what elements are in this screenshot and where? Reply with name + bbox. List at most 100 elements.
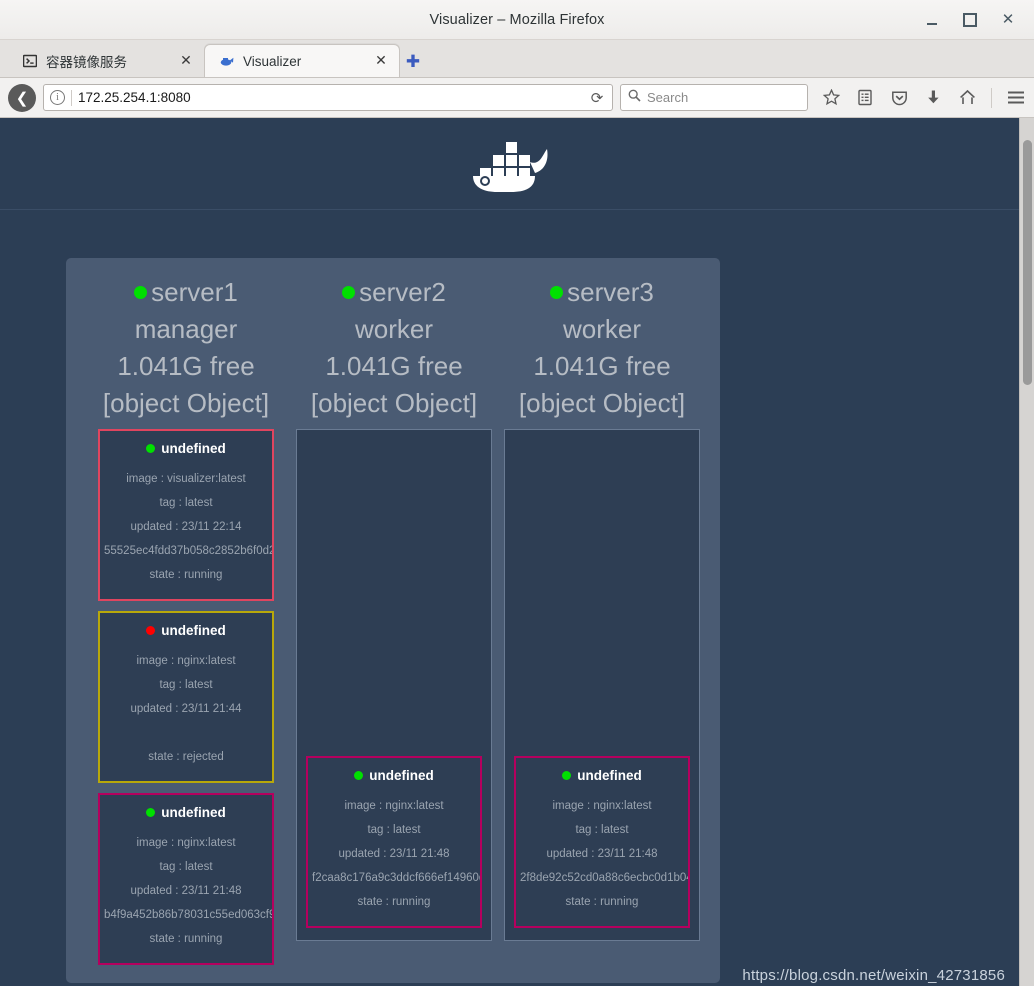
node-task-area: undefined image : nginx:latest tag : lat… — [504, 429, 700, 941]
task-tag: tag : latest — [159, 497, 213, 509]
node-status-dot — [550, 286, 564, 299]
search-input[interactable]: Search — [647, 90, 688, 105]
task-title-row: undefined — [104, 441, 268, 456]
task-image: image : nginx:latest — [136, 655, 236, 667]
menu-icon[interactable] — [1006, 88, 1026, 108]
close-window-button[interactable]: ✕ — [1000, 12, 1016, 28]
task-title-row: undefined — [312, 768, 476, 783]
task-title-row: undefined — [520, 768, 684, 783]
node-extra: [object Object] — [518, 388, 686, 418]
task-status-dot — [146, 626, 156, 635]
url-divider — [71, 89, 72, 106]
toolbar-divider — [991, 87, 992, 108]
search-bar[interactable]: Search — [620, 84, 808, 111]
tab-close-icon[interactable]: ✕ — [178, 53, 194, 69]
task-name: undefined — [161, 623, 226, 638]
visualizer-page: server1 manager 1.041G free [object Obje… — [0, 118, 1019, 986]
node-server3: server3 worker 1.041G free [object Objec… — [498, 274, 706, 965]
task-updated: updated : 23/11 22:14 — [130, 521, 242, 533]
back-button[interactable]: ❮ — [8, 83, 36, 112]
task-name: undefined — [161, 805, 226, 820]
task-hash: 2f8de92c52cd0a88c6ecbc0d1b040c — [520, 872, 690, 884]
node-extra: [object Object] — [102, 388, 270, 418]
task-status-dot — [146, 444, 156, 453]
node-memory: 1.041G free — [325, 351, 463, 381]
task-hash: b4f9a452b86b78031c55ed063cf9f5 — [104, 909, 274, 921]
home-icon[interactable] — [957, 88, 977, 108]
task-tag: tag : latest — [159, 861, 213, 873]
tab-label: 容器镜像服务 — [46, 54, 127, 70]
bookmark-star-icon[interactable] — [821, 88, 841, 108]
task-title-row: undefined — [104, 623, 268, 638]
node-hostname: server2 — [359, 277, 446, 307]
reader-list-icon[interactable] — [855, 88, 875, 108]
task-card[interactable]: undefined image : nginx:latest tag : lat… — [514, 756, 690, 928]
pocket-icon[interactable] — [889, 88, 909, 108]
title-bar: Visualizer – Mozilla Firefox ✕ — [0, 0, 1034, 40]
tab-container-image-service[interactable]: 容器镜像服务 ✕ — [8, 44, 204, 77]
task-name: undefined — [577, 768, 642, 783]
reload-icon[interactable]: ⟳ — [588, 89, 606, 107]
page-scrollbar[interactable] — [1019, 118, 1034, 986]
navigation-toolbar: ❮ i 172.25.254.1:8080 ⟳ Search — [0, 78, 1034, 118]
terminal-icon — [22, 53, 38, 69]
task-hash: f2caa8c176a9c3ddcf666ef14960da5 — [312, 872, 482, 884]
task-tag: tag : latest — [159, 679, 213, 691]
task-card[interactable]: undefined image : nginx:latest tag : lat… — [306, 756, 482, 928]
docker-icon — [219, 53, 235, 69]
node-server1: server1 manager 1.041G free [object Obje… — [82, 274, 290, 965]
task-card[interactable]: undefined image : nginx:latest tag : lat… — [98, 793, 274, 965]
task-status-dot — [354, 771, 364, 780]
task-tag: tag : latest — [367, 824, 421, 836]
task-state: state : running — [149, 933, 223, 945]
task-state: state : rejected — [148, 751, 224, 763]
task-name: undefined — [161, 441, 226, 456]
node-status-dot — [342, 286, 356, 299]
tab-visualizer[interactable]: Visualizer ✕ — [204, 44, 400, 77]
node-role: worker — [354, 314, 433, 344]
tab-label: Visualizer — [243, 53, 302, 69]
node-hostname: server3 — [567, 277, 654, 307]
task-image: image : nginx:latest — [344, 800, 444, 812]
swarm-board: server1 manager 1.041G free [object Obje… — [0, 210, 1019, 983]
node-hostname: server1 — [151, 277, 238, 307]
node-task-area: undefined image : visualizer:latest tag … — [88, 429, 284, 965]
node-list: server1 manager 1.041G free [object Obje… — [82, 274, 706, 965]
task-state: state : running — [565, 896, 639, 908]
task-state: state : running — [149, 569, 223, 581]
new-tab-button[interactable]: ✚ — [400, 47, 426, 77]
node-name-row: server3 — [498, 274, 706, 311]
node-status-dot — [134, 286, 148, 299]
window-controls: ✕ — [924, 12, 1034, 28]
url-bar[interactable]: i 172.25.254.1:8080 ⟳ — [43, 84, 613, 111]
task-state: state : running — [357, 896, 431, 908]
node-header: server2 worker 1.041G free [object Objec… — [290, 274, 498, 422]
toolbar-icons — [815, 87, 1026, 108]
task-updated: updated : 23/11 21:48 — [130, 885, 242, 897]
browser-window: Visualizer – Mozilla Firefox ✕ 容器镜像服务 ✕ … — [0, 0, 1034, 986]
site-identity-icon[interactable]: i — [50, 90, 65, 105]
tab-close-icon[interactable]: ✕ — [373, 53, 389, 69]
scrollbar-thumb[interactable] — [1023, 140, 1032, 385]
task-status-dot — [146, 808, 156, 817]
node-memory: 1.041G free — [117, 351, 255, 381]
node-extra: [object Object] — [310, 388, 478, 418]
task-card[interactable]: undefined image : visualizer:latest tag … — [98, 429, 274, 601]
window-title: Visualizer – Mozilla Firefox — [429, 11, 605, 28]
task-updated: updated : 23/11 21:44 — [130, 703, 242, 715]
task-card[interactable]: undefined image : nginx:latest tag : lat… — [98, 611, 274, 783]
downloads-icon[interactable] — [923, 88, 943, 108]
task-hash — [104, 721, 268, 745]
watermark: https://blog.csdn.net/weixin_42731856 — [742, 967, 1005, 984]
url-input[interactable]: 172.25.254.1:8080 — [78, 90, 582, 105]
node-header: server1 manager 1.041G free [object Obje… — [82, 274, 290, 422]
search-icon — [628, 89, 641, 107]
node-server2: server2 worker 1.041G free [object Objec… — [290, 274, 498, 965]
maximize-button[interactable] — [962, 12, 978, 28]
minimize-button[interactable] — [924, 12, 940, 28]
node-name-row: server2 — [290, 274, 498, 311]
node-header: server3 worker 1.041G free [object Objec… — [498, 274, 706, 422]
page-viewport: server1 manager 1.041G free [object Obje… — [0, 118, 1034, 986]
task-hash: 55525ec4fdd37b058c2852b6f0d27b — [104, 545, 274, 557]
task-name: undefined — [369, 768, 434, 783]
